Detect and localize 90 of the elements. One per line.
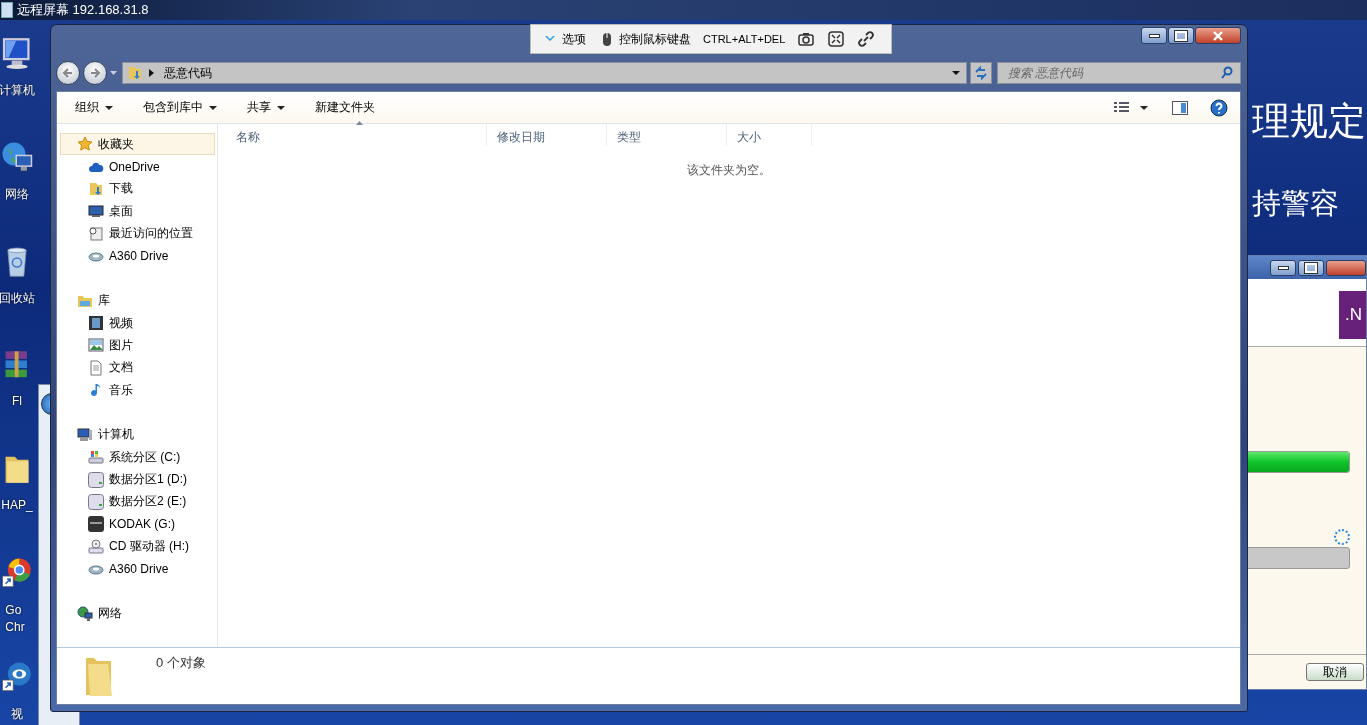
sidebar-item[interactable]: 文档 [60, 356, 215, 379]
sidebar-item[interactable]: CD 驱动器 (H:) [60, 535, 215, 558]
viewer-title: 远程屏幕 192.168.31.8 [17, 1, 149, 19]
drive-icon [88, 493, 104, 510]
logo: .N [1339, 291, 1366, 339]
view-options-button[interactable] [1114, 101, 1148, 114]
right-arrow-icon[interactable] [89, 67, 101, 79]
sidebar-item[interactable]: 视频 [60, 311, 215, 335]
fullscreen-icon[interactable] [827, 30, 846, 48]
minimize-button[interactable] [1141, 27, 1167, 44]
sidebar-item[interactable]: 图片 [60, 334, 215, 357]
video-icon [88, 315, 104, 332]
chevron-icon[interactable] [149, 69, 154, 77]
computer-icon[interactable] [1, 36, 33, 70]
sidebar-item[interactable]: 下载 [60, 177, 215, 201]
toolbar-button[interactable]: CTRL+ALT+DEL [703, 33, 786, 45]
usb-icon [88, 516, 104, 533]
sidebar-item[interactable]: 系统分区 (C:) [60, 445, 215, 469]
sidebar-item[interactable]: 最近访问的位置 [60, 222, 215, 245]
desktop-icon-label[interactable]: Fl [12, 394, 22, 408]
toolbar-button[interactable]: 控制鼠标键盘 [598, 30, 691, 48]
sidebar-item[interactable]: 桌面 [60, 200, 215, 223]
desktop-icon-label[interactable]: Chr [5, 619, 25, 636]
toolbar-button[interactable]: 新建文件夹 [315, 99, 375, 116]
picture-icon [88, 337, 104, 354]
link-icon[interactable] [857, 30, 876, 48]
sidebar-item[interactable]: 收藏夹 [60, 133, 215, 156]
desktop-icon [88, 203, 104, 220]
spinner-icon [1334, 529, 1350, 545]
sidebar-item[interactable]: 数据分区1 (D:) [60, 468, 215, 491]
close-icon[interactable] [1212, 30, 1224, 41]
banner-text: 持警容 [1252, 186, 1339, 221]
computer-icon [77, 426, 93, 443]
drive-icon [88, 471, 104, 488]
maximize-button[interactable] [1298, 259, 1324, 276]
desktop-icon-label[interactable]: 回收站 [0, 290, 35, 307]
toolbar-button[interactable]: 共享 [247, 99, 285, 116]
list-view-icon[interactable] [1114, 101, 1130, 114]
desktop-icon-label[interactable]: Go [5, 602, 22, 619]
browser-icon[interactable] [1, 556, 33, 590]
left-arrow-icon[interactable] [62, 67, 74, 79]
star-icon [77, 136, 93, 153]
toolbar-button[interactable]: 选项 [541, 30, 586, 48]
toolbar-button[interactable]: 包含到库中 [143, 99, 217, 116]
cd-icon [88, 538, 104, 555]
sidebar-item[interactable]: 音乐 [60, 379, 215, 402]
sidebar-item[interactable]: KODAK (G:) [60, 513, 215, 536]
banner-text: 理规定 [1252, 99, 1366, 144]
folder-icon [127, 65, 143, 81]
player-icon[interactable] [1, 660, 33, 694]
column-header[interactable]: 名称 [226, 124, 487, 146]
search-field[interactable]: 搜索 恶意代码 [997, 62, 1241, 84]
column-header[interactable]: 修改日期 [487, 124, 607, 146]
download-icon [88, 180, 104, 197]
desktop-icon-label[interactable]: 视 [11, 706, 23, 723]
sidebar-item[interactable]: 网络 [60, 602, 215, 625]
desktop-icon-label[interactable]: HAP_ [1, 498, 33, 512]
toolbar-button[interactable]: 组织 [75, 99, 113, 116]
help-button[interactable] [1210, 98, 1228, 117]
caret-icon[interactable] [952, 71, 960, 75]
desktop-icon-label[interactable]: 网络 [5, 186, 29, 203]
recent-icon [88, 225, 104, 242]
preview-pane-button[interactable] [1172, 100, 1188, 115]
column-header[interactable]: 类型 [607, 124, 727, 146]
document-icon [88, 359, 104, 376]
forward-button[interactable] [83, 61, 107, 85]
empty-folder-message: 该文件夹为空。 [687, 162, 771, 179]
sidebar-item[interactable]: A360 Drive [60, 244, 215, 268]
close-button[interactable] [1326, 259, 1366, 276]
sidebar-item[interactable]: 数据分区2 (E:) [60, 490, 215, 514]
sidebar-item[interactable]: 计算机 [60, 423, 215, 446]
windrive-icon [88, 449, 104, 466]
address-bar[interactable]: 恶意代码 [122, 62, 967, 84]
network-icon[interactable] [1, 140, 33, 174]
sort-arrow-icon [356, 121, 363, 125]
maximize-button[interactable] [1168, 27, 1194, 44]
cancel-button[interactable]: 取消 [1306, 663, 1364, 681]
app-icon [1, 2, 13, 18]
sidebar-item[interactable]: OneDrive [60, 155, 215, 178]
back-button[interactable] [56, 61, 80, 85]
sidebar-item[interactable]: 库 [60, 289, 215, 312]
sidebar-item[interactable]: A360 Drive [60, 557, 215, 581]
minimize-button[interactable] [1270, 259, 1296, 276]
network-icon [77, 605, 93, 622]
column-header[interactable]: 大小 [727, 124, 812, 146]
breadcrumb-item[interactable]: 恶意代码 [160, 64, 216, 82]
camera-icon[interactable] [797, 30, 816, 48]
close-button[interactable] [1195, 27, 1241, 44]
search-icon[interactable] [1220, 66, 1234, 80]
item-count: 0 个对象 [156, 654, 206, 672]
